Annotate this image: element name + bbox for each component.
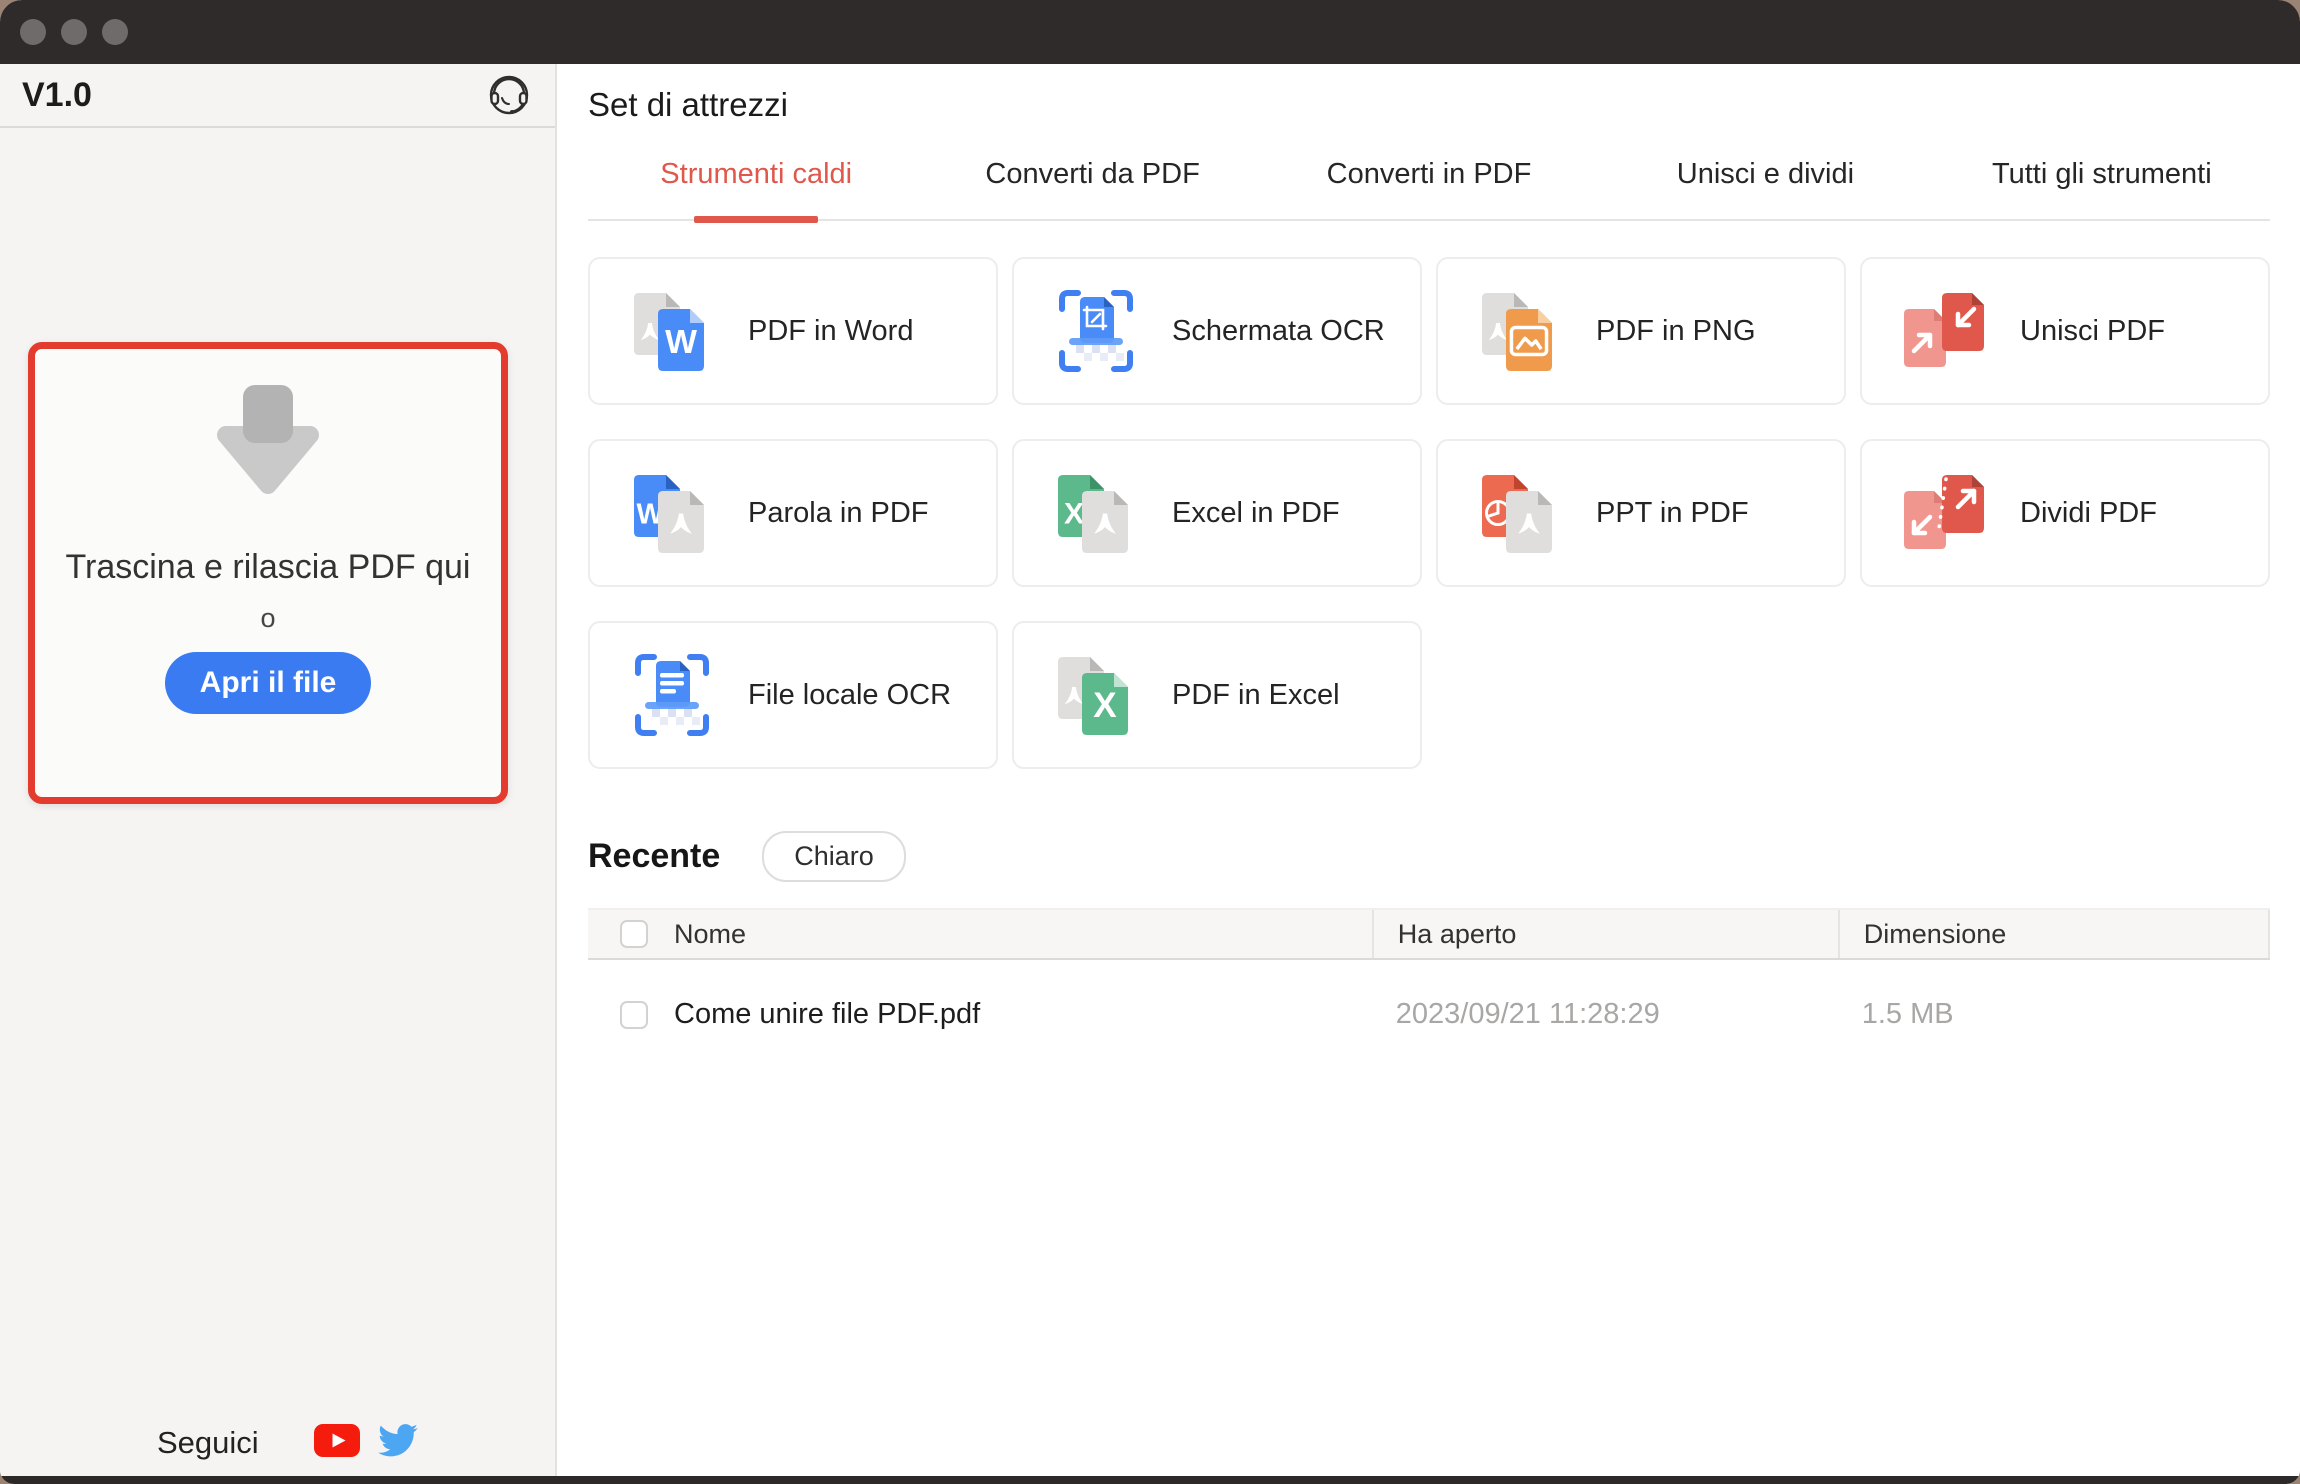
tool-card-parola-in-pdf[interactable]: W Parola in PDF — [588, 439, 998, 587]
tool-card-label: Schermata OCR — [1172, 315, 1385, 348]
pdf-to-word-icon: W — [624, 283, 720, 379]
recent-table-body: Come unire file PDF.pdf 2023/09/21 11:28… — [588, 998, 2270, 1031]
zoom-window-button[interactable] — [102, 19, 128, 45]
window-titlebar — [0, 0, 2300, 64]
pdf-dropzone[interactable]: Trascina e rilascia PDF qui o Apri il fi… — [28, 342, 508, 804]
tool-card-excel-in-pdf[interactable]: X Excel in PDF — [1012, 439, 1422, 587]
download-arrow-icon — [190, 379, 346, 504]
column-header-size: Dimensione — [1864, 919, 2007, 950]
recent-table-header: Nome Ha aperto Dimensione — [588, 908, 2270, 960]
tool-card-label: PDF in PNG — [1596, 315, 1756, 348]
svg-text:W: W — [665, 323, 697, 361]
select-all-checkbox[interactable] — [620, 920, 648, 948]
tool-card-pdf-in-excel[interactable]: X PDF in Excel — [1012, 621, 1422, 769]
tools-tab-bar: Strumenti caldiConverti da PDFConverti i… — [588, 158, 2270, 221]
window-bottom-edge — [0, 1476, 2300, 1484]
sidebar-header: V1.0 — [0, 64, 555, 128]
recent-file-opened: 2023/09/21 11:28:29 — [1396, 998, 1660, 1031]
app-window: V1.0 Trascina e rilascia PDF qui o Apri … — [0, 0, 2300, 1484]
tab-converti-da-pdf[interactable]: Converti da PDF — [924, 158, 1260, 219]
screen-ocr-icon — [1048, 283, 1144, 379]
dropzone-or-label: o — [260, 603, 275, 634]
recent-file-name: Come unire file PDF.pdf — [674, 998, 980, 1031]
tab-strumenti-caldi[interactable]: Strumenti caldi — [588, 158, 924, 219]
excel-to-pdf-icon: X — [1048, 465, 1144, 561]
tool-card-unisci-pdf[interactable]: Unisci PDF — [1860, 257, 2270, 405]
youtube-icon[interactable] — [314, 1424, 360, 1462]
tool-card-label: Parola in PDF — [748, 497, 929, 530]
close-window-button[interactable] — [20, 19, 46, 45]
column-header-name: Nome — [674, 919, 746, 950]
row-checkbox[interactable] — [620, 1001, 648, 1029]
headset-icon — [485, 71, 533, 119]
dropzone-title: Trascina e rilascia PDF qui — [66, 548, 471, 587]
twitter-icon[interactable] — [378, 1424, 418, 1462]
clear-recent-button[interactable]: Chiaro — [762, 831, 906, 882]
ppt-to-pdf-icon — [1472, 465, 1568, 561]
page-title: Set di attrezzi — [588, 86, 2270, 124]
tool-card-pdf-in-word[interactable]: W PDF in Word — [588, 257, 998, 405]
main-panel: Set di attrezzi Strumenti caldiConverti … — [557, 64, 2300, 1476]
follow-us-bar: Seguici — [157, 1424, 418, 1462]
merge-pdf-icon — [1896, 283, 1992, 379]
recent-header-bar: Recente Chiaro — [588, 831, 2270, 882]
recent-title: Recente — [588, 837, 720, 876]
tab-unisci-e-dividi[interactable]: Unisci e dividi — [1597, 158, 1933, 219]
tool-card-schermata-ocr[interactable]: Schermata OCR — [1012, 257, 1422, 405]
word-to-pdf-icon: W — [624, 465, 720, 561]
window-content: V1.0 Trascina e rilascia PDF qui o Apri … — [0, 64, 2300, 1476]
app-version-label: V1.0 — [22, 76, 92, 115]
pdf-to-png-icon — [1472, 283, 1568, 379]
minimize-window-button[interactable] — [61, 19, 87, 45]
tab-converti-in-pdf[interactable]: Converti in PDF — [1261, 158, 1597, 219]
open-file-button[interactable]: Apri il file — [165, 652, 371, 714]
svg-text:X: X — [1064, 497, 1084, 530]
split-pdf-icon — [1896, 465, 1992, 561]
tab-tutti-gli-strumenti[interactable]: Tutti gli strumenti — [1934, 158, 2270, 219]
tool-card-label: PDF in Word — [748, 315, 913, 348]
tool-card-label: File locale OCR — [748, 679, 951, 712]
recent-file-size: 1.5 MB — [1862, 998, 1954, 1031]
local-ocr-icon — [624, 647, 720, 743]
support-button[interactable] — [485, 71, 533, 119]
sidebar: V1.0 Trascina e rilascia PDF qui o Apri … — [0, 64, 557, 1476]
pdf-to-excel-icon: X — [1048, 647, 1144, 743]
tool-card-grid: W PDF in Word Schermata OCR PDF in PNG Un… — [588, 257, 2270, 769]
tool-card-label: PDF in Excel — [1172, 679, 1340, 712]
column-header-opened: Ha aperto — [1398, 919, 1517, 950]
svg-text:X: X — [1093, 686, 1117, 725]
tool-card-label: PPT in PDF — [1596, 497, 1749, 530]
recent-file-row[interactable]: Come unire file PDF.pdf 2023/09/21 11:28… — [588, 998, 2270, 1031]
tool-card-label: Excel in PDF — [1172, 497, 1340, 530]
tool-card-label: Unisci PDF — [2020, 315, 2165, 348]
follow-us-label: Seguici — [157, 1425, 259, 1461]
tool-card-pdf-in-png[interactable]: PDF in PNG — [1436, 257, 1846, 405]
tool-card-dividi-pdf[interactable]: Dividi PDF — [1860, 439, 2270, 587]
tool-card-ppt-in-pdf[interactable]: PPT in PDF — [1436, 439, 1846, 587]
tool-card-label: Dividi PDF — [2020, 497, 2157, 530]
tool-card-file-locale-ocr[interactable]: File locale OCR — [588, 621, 998, 769]
